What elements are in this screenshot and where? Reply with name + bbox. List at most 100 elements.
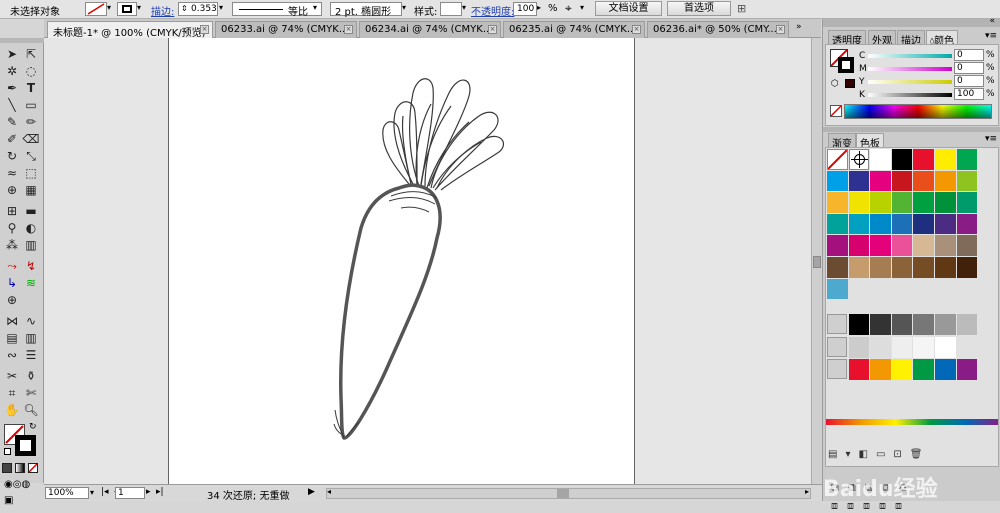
swatch-library-icon[interactable]: ▤	[828, 449, 845, 460]
swatch[interactable]	[956, 170, 978, 192]
swatch[interactable]	[913, 192, 934, 213]
swatch[interactable]	[956, 192, 978, 213]
tab-gradient[interactable]: 渐变	[828, 133, 856, 150]
pen-tool-icon[interactable]: ✒	[3, 80, 21, 96]
swatch[interactable]	[935, 213, 956, 235]
default-colors-icon[interactable]	[4, 448, 11, 455]
close-icon[interactable]: ×	[200, 25, 209, 34]
swatch[interactable]	[870, 192, 891, 213]
swatch[interactable]	[870, 170, 891, 192]
channel-m-slider[interactable]	[868, 67, 952, 71]
out-of-gamut-icon[interactable]: ⬡	[831, 79, 839, 89]
live-paint-selection-tool-icon[interactable]: ↯	[22, 258, 40, 274]
swatch[interactable]	[827, 213, 848, 235]
swatches-menu-icon[interactable]: ▾≡	[985, 134, 997, 144]
zoom-field[interactable]: 100%	[45, 487, 89, 499]
recolor-dropdown-icon[interactable]: ▾	[580, 3, 584, 12]
gray-swatch[interactable]	[956, 314, 978, 335]
gray-swatch[interactable]	[913, 337, 934, 358]
new-color-group-icon[interactable]: ▭	[876, 449, 893, 460]
blob-brush-tool-icon[interactable]: ✐	[3, 131, 21, 147]
last-color-icon[interactable]	[845, 79, 855, 88]
gray-swatch[interactable]	[891, 314, 913, 335]
first-page-icon[interactable]: |◂	[101, 487, 109, 497]
bright-swatch[interactable]	[848, 359, 870, 380]
wave-tool-icon[interactable]: ∾	[3, 347, 21, 363]
recolor-icon[interactable]: ⌖	[565, 1, 572, 16]
tab-appearance[interactable]: 外观	[868, 30, 896, 47]
swatch[interactable]	[827, 235, 848, 256]
swatch[interactable]	[848, 170, 870, 192]
mesh-tool-icon[interactable]: ⊞	[3, 203, 21, 219]
color-mode-icon[interactable]	[2, 463, 12, 473]
swatch[interactable]	[956, 257, 978, 278]
artboard-tool-icon[interactable]: ↳	[3, 275, 21, 291]
hand-tool-icon[interactable]: ⋈	[3, 313, 21, 329]
channel-y-field[interactable]: 0	[954, 75, 984, 87]
rectangle-tool-icon[interactable]: ▭	[22, 97, 40, 113]
preferences-button[interactable]: 首选项	[667, 1, 731, 16]
color-spectrum[interactable]	[844, 104, 992, 119]
chart-tool-icon[interactable]: ▤	[3, 330, 21, 346]
channel-c-field[interactable]: 0	[954, 49, 984, 61]
swatch[interactable]	[870, 149, 891, 170]
next-page-icon[interactable]: ▸	[146, 487, 151, 497]
swatch[interactable]	[891, 149, 913, 170]
swatch-none[interactable]	[827, 149, 848, 170]
stroke-weight-field[interactable]: ⇕ 0.353	[178, 2, 218, 16]
swatch[interactable]	[848, 192, 870, 213]
channel-m-field[interactable]: 0	[954, 62, 984, 74]
tab-06233[interactable]: 06233.ai @ 74% (CMYK... ×	[215, 21, 357, 38]
swatch[interactable]	[891, 235, 913, 256]
knife-tool-icon[interactable]: ✂	[3, 368, 21, 384]
eraser-tool-icon[interactable]: ⌫	[22, 131, 40, 147]
color-group-folder-icon[interactable]	[827, 337, 847, 357]
gray-swatch[interactable]	[848, 314, 870, 335]
gray-swatch[interactable]	[913, 314, 934, 335]
fill-dropdown-icon[interactable]: ▾	[107, 3, 111, 12]
channel-y-slider[interactable]	[868, 80, 952, 84]
target-icon[interactable]: ⊕	[3, 292, 21, 308]
new-swatch-icon[interactable]: ⊡	[893, 449, 909, 460]
tab-06236[interactable]: 06236.ai* @ 50% (CMY... ×	[647, 21, 789, 38]
swatch-registration[interactable]	[848, 149, 870, 170]
swatch[interactable]	[870, 213, 891, 235]
paintbrush-tool-icon[interactable]: ✎	[3, 114, 21, 130]
swatch[interactable]	[827, 257, 848, 278]
status-menu-icon[interactable]: ▶	[308, 487, 315, 497]
stroke-swatch[interactable]	[15, 435, 36, 456]
blend-tool-icon[interactable]: ◐	[22, 220, 40, 236]
variable-width-profile[interactable]: 等比 ▾	[232, 2, 322, 18]
stroke-link[interactable]: 描边:	[151, 3, 174, 18]
style-dropdown-icon[interactable]: ▾	[462, 3, 466, 12]
brush-definition[interactable]: 2 pt. 椭圆形	[330, 2, 402, 18]
swatch[interactable]	[891, 213, 913, 235]
artboard-number-field[interactable]: 1	[115, 487, 145, 499]
tab-swatches[interactable]: 色板	[856, 133, 884, 150]
vertical-scrollbar[interactable]	[811, 38, 822, 484]
tab-color[interactable]: ◊颜色	[926, 30, 958, 47]
tab-06235[interactable]: 06235.ai @ 74% (CMYK... ×	[503, 21, 645, 38]
lasso-tool-icon[interactable]: ◌	[22, 63, 40, 79]
swatch[interactable]	[848, 257, 870, 278]
crop-tool-icon[interactable]: ⌗	[3, 385, 21, 401]
swatch[interactable]	[913, 257, 934, 278]
gray-swatch[interactable]	[891, 337, 913, 358]
shape-builder-tool-icon[interactable]: ⊕	[3, 182, 21, 198]
pencil-tool-icon[interactable]: ✏	[22, 114, 40, 130]
list-tool-icon[interactable]: ☰	[22, 347, 40, 363]
swatch[interactable]	[935, 192, 956, 213]
swatch[interactable]	[913, 149, 934, 170]
swatch[interactable]	[870, 235, 891, 256]
eyedropper-tool-icon[interactable]: ⚲	[3, 220, 21, 236]
tab-overflow-icon[interactable]: »	[796, 22, 802, 32]
swatch[interactable]	[935, 170, 956, 192]
delete-swatch-icon[interactable]: 🗑︎	[910, 449, 931, 460]
swatch[interactable]	[913, 235, 934, 256]
show-kinds-icon[interactable]: ▾	[845, 449, 858, 460]
close-icon[interactable]: ×	[632, 25, 641, 34]
gray-swatch[interactable]	[870, 314, 891, 335]
swatch[interactable]	[827, 170, 848, 192]
brush-dropdown-icon[interactable]: ▾	[402, 3, 406, 12]
none-color-icon[interactable]	[830, 105, 842, 117]
